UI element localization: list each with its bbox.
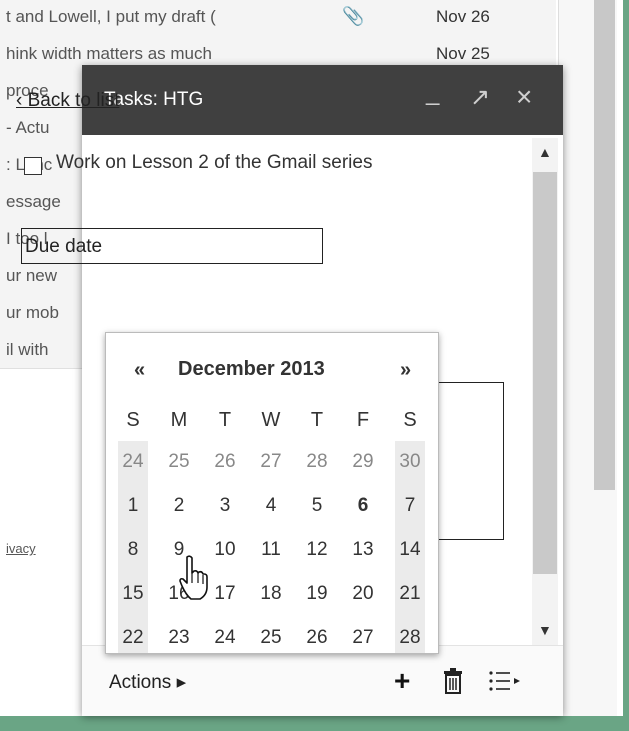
message-snippet: - Actu <box>6 118 50 137</box>
calendar-day[interactable]: 24 <box>210 627 240 649</box>
calendar-day[interactable]: 25 <box>256 627 286 649</box>
month-label: December 2013 <box>178 358 325 380</box>
calendar-day[interactable]: 19 <box>302 583 332 605</box>
calendar-day[interactable]: 26 <box>302 627 332 649</box>
task-text[interactable]: Work on Lesson 2 of the Gmail series <box>56 150 416 176</box>
calendar-day[interactable]: 29 <box>348 451 378 473</box>
calendar-day[interactable]: 3 <box>210 495 240 517</box>
date-picker: « December 2013 » S M T W T F S 24 25 26 27 28 29 30 1… <box>105 332 439 654</box>
calendar-day[interactable]: 13 <box>348 539 378 561</box>
message-snippet: essage <box>6 192 61 211</box>
calendar-day[interactable]: 24 <box>118 451 148 473</box>
calendar-day[interactable]: 12 <box>302 539 332 561</box>
minimize-icon[interactable]: _ <box>426 79 439 107</box>
calendar-day[interactable]: 27 <box>348 627 378 649</box>
page-scrollbar[interactable] <box>558 0 617 716</box>
calendar-day[interactable]: 5 <box>302 495 332 517</box>
calendar-day[interactable]: 21 <box>395 583 425 605</box>
calendar-day[interactable]: 27 <box>256 451 286 473</box>
message-row[interactable]: t and Lowell, I put my draft ( 📎 Nov 26 <box>0 0 556 36</box>
trash-icon[interactable] <box>442 668 464 699</box>
page-scrollbar-thumb[interactable] <box>594 0 615 490</box>
calendar-day[interactable]: 1 <box>118 495 148 517</box>
list-options-icon[interactable] <box>488 670 522 698</box>
calendar-day[interactable]: 28 <box>302 451 332 473</box>
tasks-titlebar[interactable]: Tasks: HTG _ ↗ × <box>82 65 563 135</box>
tasks-scrollbar-thumb[interactable] <box>533 172 557 574</box>
calendar-day[interactable]: 18 <box>256 583 286 605</box>
actions-menu[interactable]: Actions ▸ <box>109 671 186 694</box>
calendar-day[interactable]: 28 <box>395 627 425 649</box>
message-snippet: ur mob <box>6 303 59 322</box>
close-icon[interactable]: × <box>516 81 532 113</box>
calendar-day[interactable]: 4 <box>256 495 286 517</box>
calendar-day[interactable]: 22 <box>118 627 148 649</box>
tasks-footer: Actions ▸ + <box>82 645 563 716</box>
task-checkbox[interactable] <box>24 157 42 175</box>
hand-cursor-icon <box>179 555 208 600</box>
calendar-day[interactable]: 14 <box>395 539 425 561</box>
tasks-scrollbar[interactable]: ▲ ▼ <box>532 138 558 650</box>
calendar-day[interactable]: 7 <box>395 495 425 517</box>
popout-icon[interactable]: ↗ <box>470 83 490 112</box>
weekday-header: S <box>403 409 417 431</box>
plus-icon[interactable]: + <box>394 665 410 697</box>
calendar-day[interactable]: 11 <box>256 539 286 561</box>
calendar-day[interactable]: 20 <box>348 583 378 605</box>
prev-month-button[interactable]: « <box>134 359 145 382</box>
weekday-header: W <box>261 409 281 431</box>
next-month-button[interactable]: » <box>400 359 411 382</box>
privacy-link[interactable]: ivacy <box>6 541 36 556</box>
message-date: Nov 26 <box>436 7 490 26</box>
calendar-day[interactable]: 6 <box>348 495 378 517</box>
calendar-day[interactable]: 30 <box>395 451 425 473</box>
calendar-day[interactable]: 25 <box>164 451 194 473</box>
calendar-day[interactable]: 23 <box>164 627 194 649</box>
calendar-day[interactable]: 8 <box>118 539 148 561</box>
weekday-header: S <box>126 409 140 431</box>
weekday-header: F <box>356 409 370 431</box>
calendar-day[interactable]: 17 <box>210 583 240 605</box>
due-date-field[interactable]: Due date <box>21 228 323 264</box>
calendar-day[interactable]: 26 <box>210 451 240 473</box>
weekday-header: T <box>310 409 324 431</box>
scroll-up-icon[interactable]: ▲ <box>538 144 552 160</box>
weekday-header: T <box>218 409 232 431</box>
message-snippet: t and Lowell, I put my draft ( <box>6 7 216 26</box>
back-to-list-link[interactable]: ‹ Back to list <box>16 90 119 112</box>
attachment-icon: 📎 <box>342 6 365 26</box>
calendar-day[interactable]: 2 <box>164 495 194 517</box>
calendar-day[interactable]: 10 <box>210 539 240 561</box>
calendar-day[interactable]: 15 <box>118 583 148 605</box>
weekday-header: M <box>170 409 188 431</box>
scroll-down-icon[interactable]: ▼ <box>538 622 552 638</box>
message-snippet: il with <box>6 340 49 359</box>
